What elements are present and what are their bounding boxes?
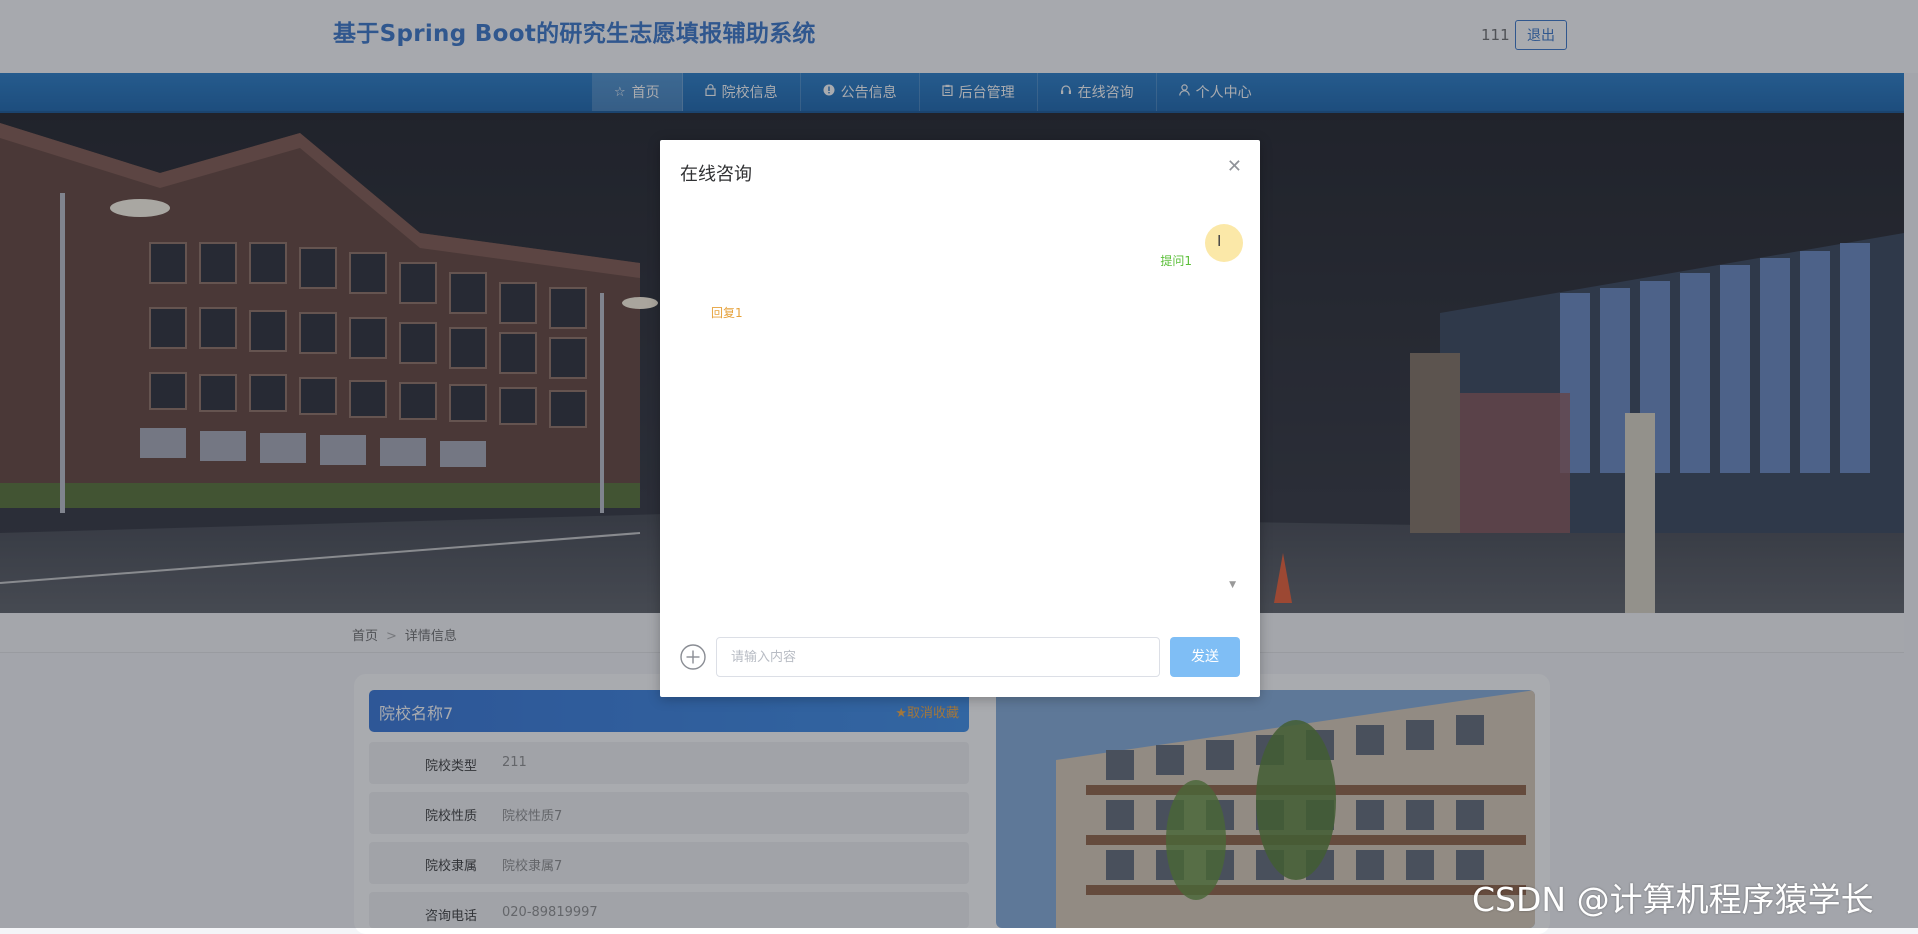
- chat-dialog: 在线咨询 ✕ I 提问1 回复1 ▼ 发送: [660, 140, 1260, 697]
- chevron-down-icon[interactable]: ▼: [1229, 580, 1236, 590]
- watermark: CSDN @计算机程序猿学长: [1472, 880, 1874, 919]
- plus-icon[interactable]: [680, 644, 706, 670]
- cursor-highlight: [1205, 224, 1243, 262]
- send-button[interactable]: 发送: [1170, 637, 1240, 677]
- dialog-title: 在线咨询: [680, 164, 752, 185]
- message-input[interactable]: [716, 637, 1160, 677]
- message-reply: 回复1: [711, 306, 743, 320]
- text-cursor-icon: I: [1217, 232, 1222, 250]
- message-question: 提问1: [1160, 254, 1192, 268]
- close-icon[interactable]: ✕: [1227, 158, 1242, 176]
